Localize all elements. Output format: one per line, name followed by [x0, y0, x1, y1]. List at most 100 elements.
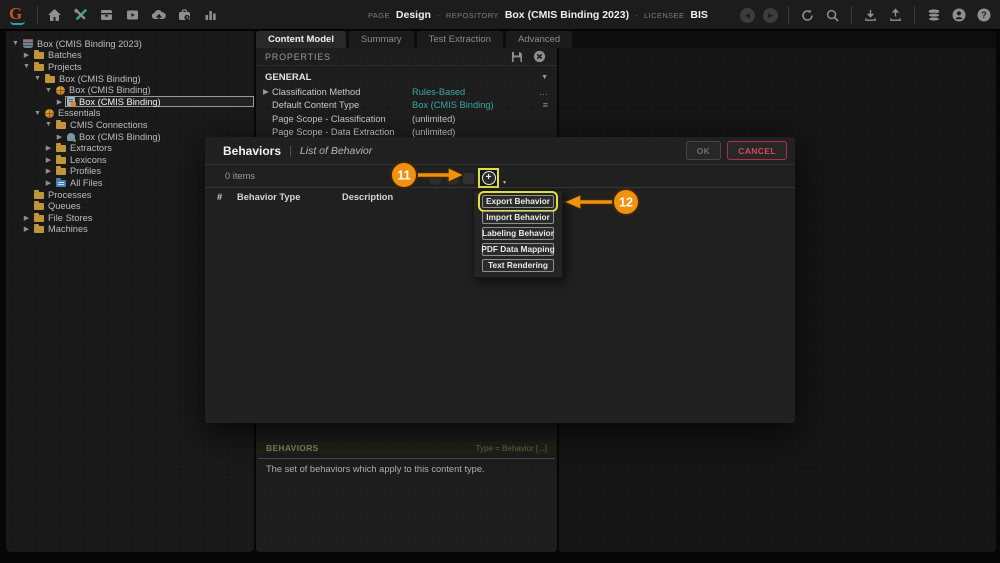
db-node-icon	[23, 39, 33, 48]
help-icon[interactable]: ?	[975, 7, 992, 24]
tree-expander-icon[interactable]: ▼	[21, 63, 32, 70]
upload-icon[interactable]	[887, 7, 904, 24]
add-behavior-button[interactable]: +	[482, 171, 496, 185]
model-node-icon	[56, 86, 65, 95]
tree-expander-icon[interactable]: ▼	[32, 75, 43, 82]
download-icon[interactable]	[862, 7, 879, 24]
menu-item-import-behavior[interactable]: Import Behavior	[482, 211, 554, 224]
selected-property-row[interactable]: BEHAVIORS Type = Behavior [...]	[256, 442, 557, 454]
tree-item[interactable]: ▼ Box (CMIS Binding 2023)	[6, 38, 254, 50]
tree-item[interactable]: ▼Box (CMIS Binding)	[6, 73, 254, 85]
dialog-title: Behaviors	[223, 144, 281, 158]
menu-icon[interactable]: ≡	[543, 100, 548, 110]
property-value[interactable]: Box (CMIS Binding)	[412, 100, 494, 110]
cancel-button[interactable]: CANCEL	[727, 141, 787, 160]
menu-item-labeling-behavior[interactable]: Labeling Behavior	[482, 227, 554, 240]
tree-expander-icon[interactable]: ▶	[54, 98, 65, 106]
database-icon[interactable]	[925, 7, 942, 24]
tree-item-label: Box (CMIS Binding 2023)	[37, 39, 142, 49]
add-highlight-ring: +	[478, 168, 499, 188]
tab-content-model[interactable]: Content Model	[256, 31, 346, 48]
close-icon[interactable]	[531, 48, 548, 65]
tree-item-label: All Files	[70, 178, 103, 188]
move-up-icon[interactable]	[429, 172, 442, 185]
app-window: G PAGE Design · REPOSITORY	[0, 0, 1000, 563]
model-node-icon	[45, 109, 54, 118]
tree-expander-icon[interactable]: ▼	[10, 40, 21, 47]
tree-expander-icon[interactable]: ▶	[54, 133, 65, 141]
tools-icon[interactable]	[72, 6, 89, 23]
tree-expander-icon[interactable]: ▶	[43, 167, 54, 175]
forward-icon[interactable]: ▸	[763, 8, 778, 23]
dialog-header: Behaviors | List of Behavior OK CANCEL	[205, 137, 795, 165]
properties-header: PROPERTIES	[256, 48, 557, 66]
jobs-icon[interactable]	[176, 6, 193, 23]
tree-item[interactable]: ▼CMIS Connections	[6, 119, 254, 131]
tree-expander-icon[interactable]: ▼	[43, 87, 54, 94]
folder-node-icon	[56, 145, 66, 152]
property-value[interactable]: (unlimited)	[412, 127, 455, 137]
tree-item[interactable]: ▼ Essentials	[6, 108, 254, 120]
back-icon[interactable]: ◂	[740, 8, 755, 23]
tree-expander-icon[interactable]: ▼	[32, 110, 43, 117]
tree-item[interactable]: ▼Box (CMIS Binding)	[6, 84, 254, 96]
licensee-value: BIS	[690, 9, 708, 21]
tree-item[interactable]: ▶ Box (CMIS Binding)	[6, 96, 254, 108]
tree-expander-icon[interactable]: ▶	[43, 156, 54, 164]
menu-item-text-rendering[interactable]: Text Rendering	[482, 259, 554, 272]
property-row[interactable]: Default Content TypeBox (CMIS Binding)≡	[256, 99, 557, 113]
topbar-right-icons: ◂ ▸ ?	[740, 0, 992, 30]
tree-expander-icon[interactable]: ▶	[21, 214, 32, 222]
repository-value[interactable]: Box (CMIS Binding 2023)	[505, 9, 629, 21]
main-nav-icons	[46, 6, 219, 23]
tree-item-label: Box (CMIS Binding)	[79, 97, 161, 107]
property-value[interactable]: Rules-Based	[412, 87, 465, 97]
property-row[interactable]: ▶Classification MethodRules-Based…	[256, 85, 557, 99]
section-general[interactable]: GENERAL ▼	[256, 70, 557, 85]
user-icon[interactable]	[950, 7, 967, 24]
add-behavior-menu: Export Behavior Import Behavior Labeling B…	[473, 190, 563, 278]
behaviors-dialog: Behaviors | List of Behavior OK CANCEL 0…	[205, 137, 795, 423]
tree-item[interactable]: ▼Projects	[6, 61, 254, 73]
tree-expander-icon[interactable]: ▶	[43, 144, 54, 152]
property-value[interactable]: (unlimited)	[412, 114, 455, 124]
tree-expander-icon[interactable]: ▼	[43, 121, 54, 128]
add-dropdown-caret-icon[interactable]: ▾	[503, 179, 506, 186]
grooper-logo-icon[interactable]: G	[9, 5, 29, 25]
tree-item-label: Essentials	[58, 108, 100, 118]
stats-icon[interactable]	[202, 6, 219, 23]
tab-summary[interactable]: Summary	[349, 31, 414, 48]
tab-advanced[interactable]: Advanced	[506, 31, 572, 48]
tree-expander-icon[interactable]: ▶	[21, 225, 32, 233]
folder-node-icon	[34, 64, 44, 71]
cloud-upload-icon[interactable]	[150, 6, 167, 23]
folder-node-icon	[56, 157, 66, 164]
tree-item-label: Machines	[48, 224, 88, 234]
tree-expander-icon[interactable]: ▶	[21, 51, 32, 59]
property-row[interactable]: Page Scope - Classification(unlimited)	[256, 112, 557, 126]
tree-item-label: Box (CMIS Binding)	[79, 132, 161, 142]
dialog-subtitle: List of Behavior	[300, 145, 372, 157]
tree-expander-icon[interactable]: ▶	[43, 179, 54, 187]
save-icon[interactable]	[508, 48, 525, 65]
property-help-text: The set of behaviors which apply to this…	[266, 464, 551, 474]
home-icon[interactable]	[46, 6, 63, 23]
media-icon[interactable]	[124, 6, 141, 23]
chevron-down-icon: ▼	[541, 74, 548, 81]
menu-item-export-behavior[interactable]: Export Behavior	[482, 195, 554, 208]
move-down-icon[interactable]	[446, 172, 459, 185]
tree-item-label: File Stores	[48, 213, 92, 223]
tree-item-label: Batches	[48, 50, 82, 60]
tree-item-label: Queues	[48, 201, 81, 211]
ok-button[interactable]: OK	[686, 141, 722, 160]
refresh-icon[interactable]	[799, 7, 816, 24]
delete-icon[interactable]	[463, 173, 474, 184]
property-label: Page Scope - Classification	[272, 114, 412, 124]
batches-icon[interactable]	[98, 6, 115, 23]
tab-test-extraction[interactable]: Test Extraction	[417, 31, 503, 48]
ellipsis-icon[interactable]: …	[539, 87, 548, 97]
search-icon[interactable]	[824, 7, 841, 24]
menu-item-pdf-data-mapping[interactable]: PDF Data Mapping	[482, 243, 554, 256]
tree-item[interactable]: ▶ Batches	[6, 50, 254, 62]
page-value[interactable]: Design	[396, 9, 431, 21]
